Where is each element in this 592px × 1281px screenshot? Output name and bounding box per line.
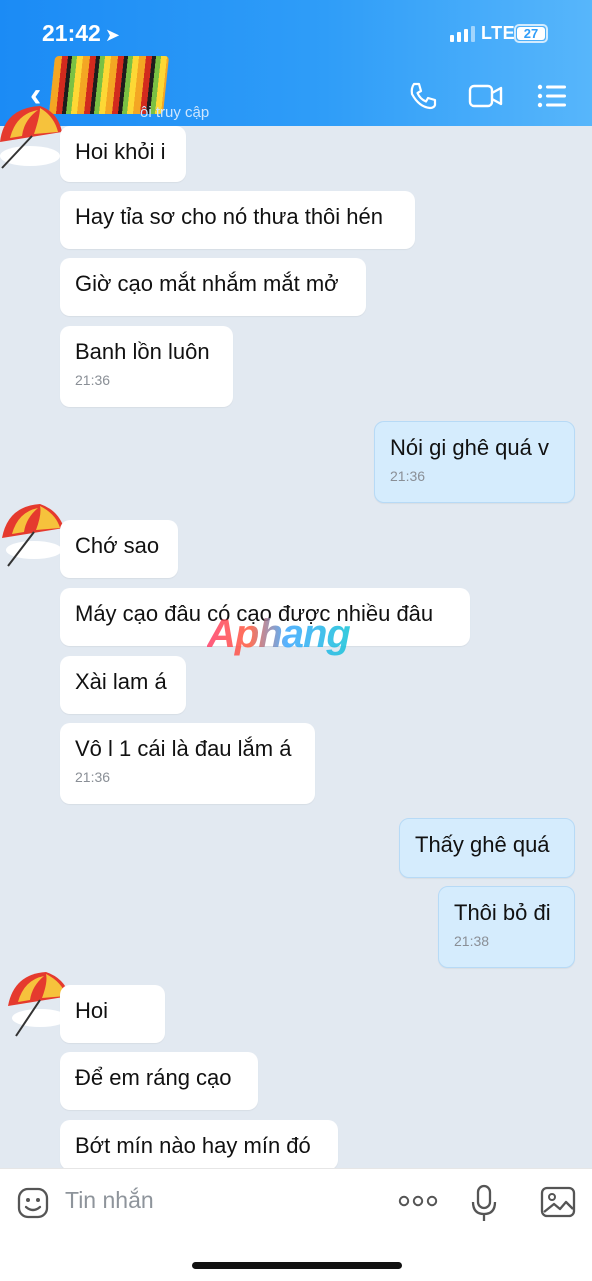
message-text: Thôi bỏ đi bbox=[454, 900, 551, 925]
message-text: Thấy ghê quá bbox=[415, 832, 550, 857]
message-text: Giờ cạo mắt nhắm mắt mở bbox=[75, 271, 339, 296]
location-arrow-icon: ➤ bbox=[104, 25, 120, 45]
message-text: Nói gi ghê quá v bbox=[390, 435, 549, 460]
incoming-message[interactable]: Bớt mín nào hay mín đó bbox=[60, 1120, 338, 1170]
phone-call-icon[interactable] bbox=[407, 80, 439, 112]
umbrella-avatar-icon[interactable] bbox=[0, 98, 66, 170]
incoming-message[interactable]: Giờ cạo mắt nhắm mắt mở bbox=[60, 258, 366, 316]
message-text: Hoi bbox=[75, 998, 109, 1023]
signal-icon bbox=[450, 26, 475, 42]
message-time: 21:36 bbox=[75, 372, 111, 388]
home-indicator bbox=[192, 1262, 402, 1269]
chat-header: 21:42 ➤ LTE 27 ‹ ôi truy cập bbox=[0, 0, 592, 126]
last-access-status: ôi truy cập bbox=[140, 104, 210, 121]
message-text: Chớ sao bbox=[75, 533, 160, 558]
incoming-message[interactable]: Hoi khỏi i bbox=[60, 126, 186, 182]
watermark-logo: Aphang bbox=[207, 612, 351, 656]
incoming-message[interactable]: Hoi bbox=[60, 985, 165, 1043]
message-text: Hoi khỏi i bbox=[75, 139, 166, 164]
message-text: Để em ráng cạo bbox=[75, 1065, 232, 1090]
microphone-icon[interactable] bbox=[470, 1183, 498, 1223]
message-input[interactable]: Tin nhắn bbox=[65, 1187, 154, 1214]
incoming-message[interactable]: Chớ sao bbox=[60, 520, 178, 578]
battery-icon: 27 bbox=[514, 24, 548, 43]
video-call-icon[interactable] bbox=[468, 80, 504, 112]
message-time: 21:36 bbox=[75, 769, 111, 785]
outgoing-message[interactable]: Thôi bỏ đi 21:38 bbox=[438, 886, 575, 968]
outgoing-message[interactable]: Thấy ghê quá bbox=[399, 818, 575, 878]
menu-list-icon[interactable] bbox=[537, 80, 567, 112]
umbrella-avatar-icon[interactable] bbox=[0, 498, 68, 570]
image-gallery-icon[interactable] bbox=[540, 1185, 576, 1219]
message-time: 21:38 bbox=[454, 933, 490, 949]
incoming-message[interactable]: Banh lồn luôn 21:36 bbox=[60, 326, 233, 407]
message-time: 21:36 bbox=[390, 468, 426, 484]
incoming-message[interactable]: Vô l 1 cái là đau lắm á 21:36 bbox=[60, 723, 315, 804]
message-text: Vô l 1 cái là đau lắm á bbox=[75, 736, 292, 761]
message-text: Hay tỉa sơ cho nó thưa thôi hén bbox=[75, 204, 383, 229]
message-text: Banh lồn luôn bbox=[75, 339, 210, 364]
incoming-message[interactable]: Xài lam á bbox=[60, 656, 186, 714]
outgoing-message[interactable]: Nói gi ghê quá v 21:36 bbox=[374, 421, 575, 503]
more-options-icon[interactable] bbox=[398, 1193, 438, 1209]
sticker-emoji-icon[interactable] bbox=[16, 1186, 50, 1220]
network-type: LTE bbox=[481, 23, 516, 43]
incoming-message[interactable]: Để em ráng cạo bbox=[60, 1052, 258, 1110]
message-text: Xài lam á bbox=[75, 669, 167, 694]
status-time: 21:42 ➤ bbox=[42, 20, 120, 46]
incoming-message[interactable]: Hay tỉa sơ cho nó thưa thôi hén bbox=[60, 191, 415, 249]
message-text: Bớt mín nào hay mín đó bbox=[75, 1133, 311, 1158]
